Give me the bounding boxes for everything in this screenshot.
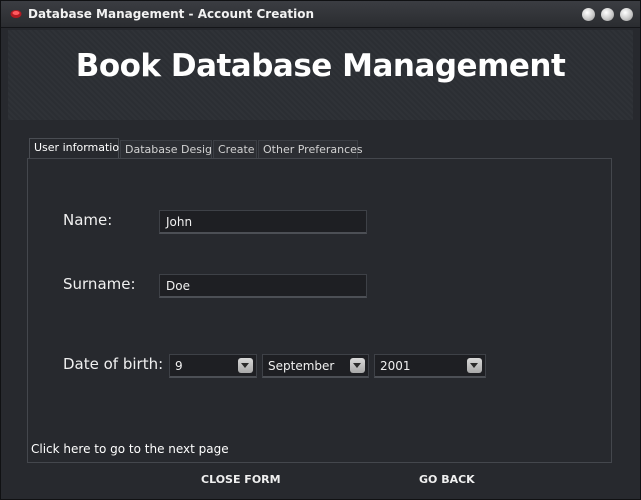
header-banner: Book Database Management: [8, 30, 633, 120]
day-select[interactable]: 9: [169, 354, 257, 378]
name-field[interactable]: John: [159, 210, 367, 234]
month-select[interactable]: September: [262, 354, 369, 378]
date-of-birth-label: Date of birth:: [63, 355, 164, 373]
surname-label: Surname:: [63, 275, 136, 293]
name-label: Name:: [63, 211, 113, 229]
title-bar[interactable]: Database Management - Account Creation: [1, 1, 640, 28]
minimize-icon[interactable]: [582, 8, 595, 21]
page-title: Book Database Management: [75, 48, 566, 84]
close-form-button[interactable]: CLOSE FORM: [201, 473, 281, 486]
month-select-value: September: [268, 359, 335, 373]
red-database-icon: [10, 10, 22, 18]
chevron-down-icon[interactable]: [467, 358, 482, 373]
tab-user-information[interactable]: User information: [29, 138, 126, 159]
year-select[interactable]: 2001: [374, 354, 486, 378]
surname-field[interactable]: Doe: [159, 274, 367, 298]
go-back-button[interactable]: GO BACK: [419, 473, 475, 486]
chevron-down-icon[interactable]: [350, 358, 365, 373]
close-icon[interactable]: [620, 8, 633, 21]
tab-panel: [27, 158, 612, 463]
chevron-down-icon[interactable]: [238, 358, 253, 373]
next-page-link[interactable]: Click here to go to the next page: [31, 442, 229, 456]
tab-database-design[interactable]: Database Design: [120, 140, 219, 159]
window-title: Database Management - Account Creation: [28, 7, 315, 21]
maximize-icon[interactable]: [601, 8, 614, 21]
tab-create[interactable]: Create: [213, 140, 257, 159]
main-window: Database Management - Account Creation B…: [0, 0, 641, 500]
year-select-value: 2001: [380, 359, 411, 373]
day-select-value: 9: [175, 359, 183, 373]
tab-other-preferences[interactable]: Other Preferances: [258, 140, 363, 159]
